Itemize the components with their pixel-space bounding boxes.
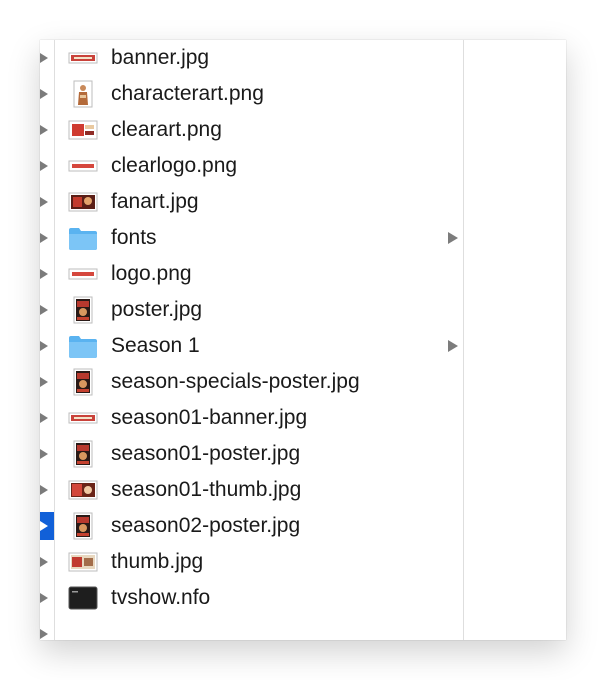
file-name: poster.jpg bbox=[111, 298, 203, 321]
chevron-right-icon[interactable] bbox=[40, 269, 48, 279]
folder-icon bbox=[68, 224, 98, 252]
file-row[interactable]: season01-banner.jpg bbox=[55, 400, 463, 436]
file-name: clearart.png bbox=[111, 118, 222, 141]
file-row[interactable]: poster.jpg bbox=[55, 292, 463, 328]
chevron-right-icon[interactable] bbox=[40, 341, 48, 351]
file-row[interactable]: characterart.png bbox=[55, 76, 463, 112]
character-image-icon bbox=[68, 80, 98, 108]
thumb-image-icon bbox=[68, 476, 98, 504]
file-row[interactable]: clearart.png bbox=[55, 112, 463, 148]
file-name: characterart.png bbox=[111, 82, 264, 105]
folder-row[interactable]: Season 1 bbox=[55, 328, 463, 364]
file-name: thumb.jpg bbox=[111, 550, 204, 573]
logo-image-icon bbox=[68, 152, 98, 180]
file-name: logo.png bbox=[111, 262, 192, 285]
chevron-right-icon[interactable] bbox=[40, 125, 48, 135]
file-name: tvshow.nfo bbox=[111, 586, 211, 609]
clearart-image-icon bbox=[68, 116, 98, 144]
file-name: clearlogo.png bbox=[111, 154, 238, 177]
file-name: season02-poster.jpg bbox=[111, 514, 301, 537]
poster-image-icon bbox=[68, 440, 98, 468]
previous-column-selected-item[interactable] bbox=[40, 512, 54, 540]
file-row[interactable]: logo.png bbox=[55, 256, 463, 292]
file-name: season01-thumb.jpg bbox=[111, 478, 302, 501]
file-row[interactable]: clearlogo.png bbox=[55, 148, 463, 184]
file-name: Season 1 bbox=[111, 334, 200, 357]
chevron-right-icon[interactable] bbox=[40, 629, 48, 639]
file-row[interactable]: tvshow.nfo bbox=[55, 580, 463, 616]
file-row[interactable]: fanart.jpg bbox=[55, 184, 463, 220]
chevron-right-icon[interactable] bbox=[40, 557, 48, 567]
file-name: season-specials-poster.jpg bbox=[111, 370, 360, 393]
file-name: season01-banner.jpg bbox=[111, 406, 308, 429]
chevron-right-icon[interactable] bbox=[40, 449, 48, 459]
next-column-empty[interactable] bbox=[463, 40, 566, 640]
chevron-right-icon[interactable] bbox=[40, 377, 48, 387]
poster-image-icon bbox=[68, 368, 98, 396]
chevron-right-icon[interactable] bbox=[40, 53, 48, 63]
chevron-right-icon[interactable] bbox=[40, 485, 48, 495]
file-name: fanart.jpg bbox=[111, 190, 199, 213]
file-row[interactable]: season-specials-poster.jpg bbox=[55, 364, 463, 400]
banner-image-icon bbox=[68, 44, 98, 72]
banner-image-icon bbox=[68, 404, 98, 432]
chevron-right-icon[interactable] bbox=[40, 593, 48, 603]
file-name: fonts bbox=[111, 226, 157, 249]
chevron-right-icon bbox=[40, 521, 48, 531]
previous-column[interactable] bbox=[40, 40, 55, 640]
folder-row[interactable]: fonts bbox=[55, 220, 463, 256]
disclosure-arrow-icon[interactable] bbox=[448, 232, 458, 244]
file-row[interactable]: thumb.jpg bbox=[55, 544, 463, 580]
poster-image-icon bbox=[68, 512, 98, 540]
poster-image-icon bbox=[68, 296, 98, 324]
chevron-right-icon[interactable] bbox=[40, 197, 48, 207]
chevron-right-icon[interactable] bbox=[40, 161, 48, 171]
chevron-right-icon[interactable] bbox=[40, 305, 48, 315]
folder-icon bbox=[68, 332, 98, 360]
file-name: season01-poster.jpg bbox=[111, 442, 301, 465]
finder-column-view: banner.jpg characterart.png clearart.png cl… bbox=[40, 40, 566, 640]
nfo-document-icon bbox=[68, 584, 98, 612]
file-row[interactable]: banner.jpg bbox=[55, 40, 463, 76]
chevron-right-icon[interactable] bbox=[40, 89, 48, 99]
chevron-right-icon[interactable] bbox=[40, 233, 48, 243]
thumb-image-icon bbox=[68, 548, 98, 576]
file-row[interactable]: season01-poster.jpg bbox=[55, 436, 463, 472]
fanart-image-icon bbox=[68, 188, 98, 216]
logo-image-icon bbox=[68, 260, 98, 288]
file-row[interactable]: season02-poster.jpg bbox=[55, 508, 463, 544]
disclosure-arrow-icon[interactable] bbox=[448, 340, 458, 352]
file-row[interactable]: season01-thumb.jpg bbox=[55, 472, 463, 508]
file-column[interactable]: banner.jpg characterart.png clearart.png cl… bbox=[55, 40, 463, 640]
chevron-right-icon[interactable] bbox=[40, 413, 48, 423]
file-name: banner.jpg bbox=[111, 46, 210, 69]
screenshot-stage: banner.jpg characterart.png clearart.png cl… bbox=[0, 0, 606, 680]
